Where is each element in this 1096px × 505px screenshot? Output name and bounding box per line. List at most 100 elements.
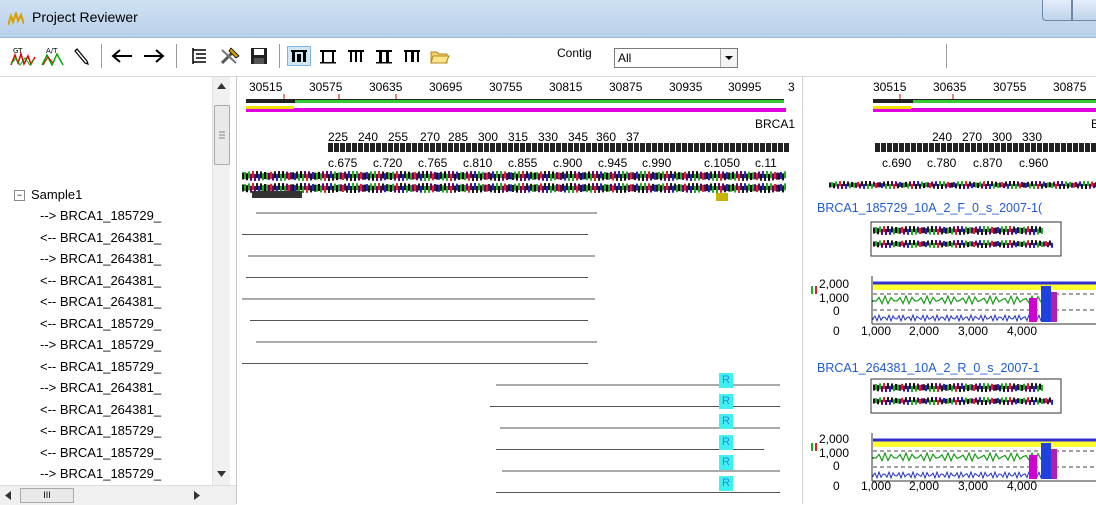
consensus-row — [748, 171, 750, 179]
tree-item[interactable]: <-- BRCA1_185729_ — [40, 316, 161, 331]
tree-item[interactable]: <-- BRCA1_264381_ — [40, 230, 161, 245]
tree-horizontal-scrollbar[interactable]: III — [0, 485, 236, 505]
right-cdna-position-label: c.870 — [973, 156, 1003, 170]
read-row — [676, 185, 678, 193]
tree-item[interactable]: <-- BRCA1_185729_ — [40, 445, 161, 460]
r-flag[interactable]: R — [719, 434, 733, 450]
align-view-4-icon[interactable] — [372, 46, 396, 66]
save-icon[interactable] — [248, 46, 270, 66]
tree-item[interactable]: --> BRCA1_185729_ — [40, 208, 161, 223]
mini-trace-bases — [1047, 242, 1049, 248]
tree-item[interactable]: --> BRCA1_185729_ — [40, 337, 161, 352]
trace1-title[interactable]: BRCA1_185729_10A_2_F_0_s_2007-1( — [817, 201, 1042, 215]
tree-item[interactable]: --> BRCA1_185729_ — [40, 466, 161, 481]
r-flag[interactable]: R — [719, 373, 733, 388]
r-flag[interactable]: R — [719, 414, 733, 429]
consensus-row — [1045, 183, 1047, 189]
consensus-row — [967, 183, 969, 189]
consensus-row — [921, 181, 923, 187]
align-view-2-icon[interactable] — [316, 46, 340, 66]
mini-trace-bases — [1019, 241, 1021, 247]
align-view-3-icon[interactable] — [344, 46, 368, 66]
align-view-5-icon[interactable] — [400, 46, 424, 66]
mini-trace-bases — [891, 397, 893, 403]
consensus-row — [324, 173, 326, 181]
consensus-row — [1055, 183, 1057, 189]
list-icon[interactable] — [188, 46, 210, 66]
scroll-down-icon[interactable] — [217, 471, 226, 477]
consensus-row — [927, 182, 929, 188]
consensus-row — [492, 171, 494, 179]
read-row — [352, 183, 354, 191]
read-row — [546, 185, 548, 193]
mini-trace-bases — [915, 385, 917, 392]
mini-trace-bases — [1031, 383, 1033, 390]
tree-item[interactable]: <-- BRCA1_264381_ — [40, 402, 161, 417]
scroll-right-icon[interactable] — [194, 491, 200, 500]
r-flag[interactable]: R — [719, 393, 733, 409]
read-row — [264, 184, 266, 192]
read-row — [314, 184, 316, 192]
tree-item[interactable]: <-- BRCA1_264381_ — [40, 294, 161, 309]
read-row — [614, 183, 616, 191]
minimize-button[interactable] — [1042, 0, 1072, 21]
scroll-left-icon[interactable] — [5, 491, 11, 500]
trace2-title[interactable]: BRCA1_264381_10A_2_R_0_s_2007-1 — [817, 361, 1039, 375]
tree-item[interactable]: <-- BRCA1_264381_ — [40, 273, 161, 288]
mini-trace-bases — [937, 242, 939, 248]
tree-item[interactable]: --> BRCA1_264381_ — [40, 380, 161, 395]
r-flag[interactable]: R — [719, 455, 733, 470]
pencil-icon[interactable] — [70, 46, 94, 66]
tree-root[interactable]: − Sample1 — [14, 187, 82, 202]
mini-trace-bases — [943, 383, 945, 390]
tools-icon[interactable] — [218, 46, 242, 66]
tree-vertical-scrollbar[interactable] — [212, 77, 230, 485]
consensus-row — [690, 173, 692, 181]
tree-item[interactable]: <-- BRCA1_185729_ — [40, 359, 161, 374]
arrow-right-icon[interactable] — [140, 46, 168, 66]
trace-icon[interactable]: A/T — [40, 46, 66, 66]
consensus-row — [784, 171, 786, 179]
mini-trace-bases — [1007, 242, 1009, 248]
align-view-1-icon[interactable] — [287, 46, 311, 66]
mini-trace-bases — [1001, 397, 1003, 403]
mini-trace-bases — [893, 228, 895, 235]
consensus-row — [839, 181, 841, 187]
read-row — [302, 185, 304, 193]
r-flag[interactable]: R — [719, 475, 733, 491]
scroll-up-icon[interactable] — [217, 83, 226, 89]
consensus-row — [943, 181, 945, 187]
tree-item[interactable]: <-- BRCA1_185729_ — [40, 423, 161, 438]
collapse-icon[interactable]: − — [14, 190, 25, 202]
mini-trace-bases — [957, 397, 959, 403]
read-row — [762, 183, 764, 191]
aa-glyph — [1001, 143, 1006, 152]
mini-trace-bases — [885, 242, 887, 248]
consensus-row — [474, 171, 476, 179]
open-folder-icon[interactable] — [428, 46, 452, 66]
mini-trace-bases — [1043, 241, 1045, 247]
tree-item[interactable]: --> BRCA1_264381_ — [40, 251, 161, 266]
mini-trace-bases — [927, 397, 929, 403]
consensus-row — [390, 172, 392, 180]
consensus-row — [905, 181, 907, 187]
contig-select[interactable]: All — [614, 48, 738, 68]
scroll-thumb[interactable] — [214, 105, 230, 165]
mini-trace-bases — [991, 226, 993, 233]
chevron-down-icon[interactable] — [720, 49, 737, 67]
read-row — [418, 183, 420, 191]
consensus-row — [516, 173, 518, 181]
read-row — [346, 185, 348, 193]
mini-trace-bases — [1021, 241, 1023, 247]
scroll-thumb-horizontal[interactable]: III — [20, 488, 74, 503]
show-bases-icon[interactable]: GT — [8, 46, 38, 66]
read-row — [312, 183, 314, 191]
contig-view[interactable]: 30515 30575 30635 30695 30755 30815 30875 30935… — [240, 77, 800, 504]
read-row — [514, 183, 516, 191]
aa-glyph — [742, 143, 747, 152]
trace-panel[interactable]: 30515306353075530875 B 240270300330 c.69… — [802, 77, 1096, 504]
arrow-left-icon[interactable] — [108, 46, 136, 66]
read-row — [640, 183, 642, 191]
maximize-button[interactable] — [1072, 0, 1096, 21]
consensus-row — [845, 183, 847, 189]
